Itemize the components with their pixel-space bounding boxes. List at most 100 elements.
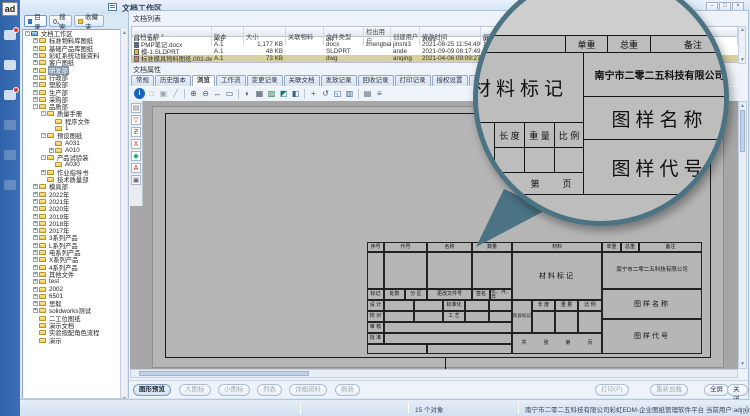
expand-icon[interactable]: + [33, 301, 38, 306]
scroll-up-icon[interactable]: ▲ [739, 103, 746, 109]
collapse-icon[interactable]: - [41, 155, 46, 160]
expand-icon[interactable]: + [33, 75, 38, 80]
action-button-0[interactable]: 打印(P) [595, 384, 629, 396]
compare-icon[interactable]: ▤ [362, 88, 373, 99]
monitor-icon[interactable]: ◧ [290, 88, 301, 99]
tree-item[interactable]: +2020年 [23, 205, 126, 212]
tree-item[interactable]: +2021年 [23, 198, 126, 205]
tree-item[interactable]: 程序文件 [23, 118, 126, 125]
expand-icon[interactable]: + [33, 90, 38, 95]
expand-icon[interactable]: + [33, 257, 38, 262]
expand-icon[interactable]: + [33, 199, 38, 204]
tab-4[interactable]: 变更记录 [247, 75, 283, 86]
chat-icon[interactable] [4, 30, 16, 40]
tree-item[interactable]: +6501 [23, 293, 126, 300]
expand-icon[interactable]: + [33, 287, 38, 292]
sidebar-tab-0[interactable]: 目录 [24, 15, 47, 27]
expand-icon[interactable]: + [33, 294, 38, 299]
tab-5[interactable]: 关联文档 [284, 75, 320, 86]
tree-item[interactable]: +客户图纸 [23, 59, 126, 66]
scroll-down-icon[interactable]: ▼ [739, 57, 746, 63]
tree-item[interactable]: 实验按配角色流程 [23, 329, 126, 336]
settings-icon[interactable] [4, 180, 16, 190]
expand-icon[interactable]: + [33, 243, 38, 248]
info-icon[interactable]: i [134, 88, 145, 99]
rotate-icon[interactable]: ↺ [320, 88, 331, 99]
preview-vertical-scrollbar[interactable]: ▲▼ [738, 101, 747, 369]
layers-icon[interactable]: ▦ [254, 88, 265, 99]
pen-icon[interactable]: ◆ [131, 151, 141, 161]
expand-icon[interactable]: + [33, 206, 38, 211]
expand-icon[interactable]: + [33, 221, 38, 226]
tree-item[interactable]: +其他文件 [23, 271, 126, 278]
tree-item[interactable]: +模具部 [23, 183, 126, 190]
fit-page-icon[interactable]: ▭ [224, 88, 235, 99]
collapse-icon[interactable]: - [25, 31, 30, 36]
sidebar-tab-1[interactable]: 搜索 [49, 15, 72, 27]
tree-item[interactable]: +2002 [23, 285, 126, 292]
expand-icon[interactable]: + [33, 82, 38, 87]
tree-item[interactable]: +2019年 [23, 212, 126, 219]
settings-icon[interactable]: ≡ [374, 88, 385, 99]
expand-icon[interactable]: + [33, 265, 38, 270]
preview-horizontal-scrollbar[interactable] [130, 369, 738, 378]
tree-item[interactable]: +塑胶部 [23, 81, 126, 88]
action-button-1[interactable]: 重新加载 [650, 384, 688, 396]
expand-icon[interactable]: + [33, 68, 38, 73]
collapse-icon[interactable]: - [33, 104, 38, 109]
user-icon[interactable] [4, 150, 16, 160]
image-icon[interactable]: ▨ [266, 88, 277, 99]
open-icon[interactable]: □ [146, 88, 157, 99]
text-icon[interactable]: A [131, 163, 141, 173]
sidebar-tab-2[interactable]: 收藏夹 [74, 15, 104, 27]
scroll-down-icon[interactable]: ▼ [739, 361, 746, 367]
expand-icon[interactable]: + [33, 235, 38, 240]
expand-icon[interactable]: + [49, 148, 54, 153]
expand-icon[interactable]: + [33, 46, 38, 51]
zoom-out-icon[interactable]: ⊖ [200, 88, 211, 99]
expand-icon[interactable]: + [33, 184, 38, 189]
preview-mode-button-1[interactable]: 大图标 [179, 384, 211, 396]
tree-item[interactable]: +采购部 [23, 96, 126, 103]
zoom-window-icon[interactable]: ◱ [332, 88, 343, 99]
tab-8[interactable]: 打印记录 [395, 75, 431, 86]
tab-2[interactable]: 浏览 [192, 75, 215, 86]
folder-icon[interactable] [4, 60, 16, 70]
preview-mode-button-2[interactable]: 小图标 [218, 384, 250, 396]
expand-icon[interactable]: + [33, 53, 38, 58]
save-icon[interactable]: ▣ [158, 88, 169, 99]
expand-icon[interactable]: + [33, 214, 38, 219]
grid-icon[interactable]: ▥ [344, 88, 355, 99]
expand-icon[interactable]: + [33, 250, 38, 255]
expand-icon[interactable]: + [33, 192, 38, 197]
expand-icon[interactable]: + [33, 272, 38, 277]
fit-width-icon[interactable]: ↔ [212, 88, 223, 99]
tree-item[interactable]: -预设图纸 [23, 132, 126, 139]
tree-item[interactable]: -产品试验装 [23, 154, 126, 161]
expand-icon[interactable]: + [33, 228, 38, 233]
tree-item[interactable]: +test [23, 278, 126, 285]
tree-item[interactable]: 演示 [23, 336, 126, 343]
tree-item[interactable]: +研发部 [23, 66, 126, 73]
tab-6[interactable]: 发放记录 [321, 75, 357, 86]
table-scrollbar[interactable]: ▲▼ [738, 26, 746, 64]
zoom-in-icon[interactable]: ⊕ [188, 88, 199, 99]
tree-item[interactable]: +行政部 [23, 74, 126, 81]
pages-icon[interactable]: ▤ [131, 103, 141, 113]
edit-icon[interactable]: ╱ [170, 88, 181, 99]
tree-item[interactable]: +2018年 [23, 220, 126, 227]
note-icon[interactable]: ▣ [131, 175, 141, 185]
tree-item[interactable]: +2022年 [23, 191, 126, 198]
expand-icon[interactable]: + [33, 279, 38, 284]
preview-mode-button-3[interactable]: 列表 [257, 384, 282, 396]
column-header[interactable]: 关联物料 [286, 27, 324, 45]
share-icon[interactable] [4, 90, 16, 100]
tree-item[interactable]: A031 [23, 139, 126, 146]
preview-mode-button-4[interactable]: 详细资料 [289, 384, 327, 396]
tree-item[interactable]: 技术质量部 [23, 176, 126, 183]
close-button[interactable]: 关闭 [727, 384, 748, 396]
refresh-icon[interactable] [4, 120, 16, 130]
scroll-up-icon[interactable]: ▲ [739, 27, 746, 33]
collapse-icon[interactable]: - [41, 133, 46, 138]
color-icon[interactable]: ◩ [278, 88, 289, 99]
